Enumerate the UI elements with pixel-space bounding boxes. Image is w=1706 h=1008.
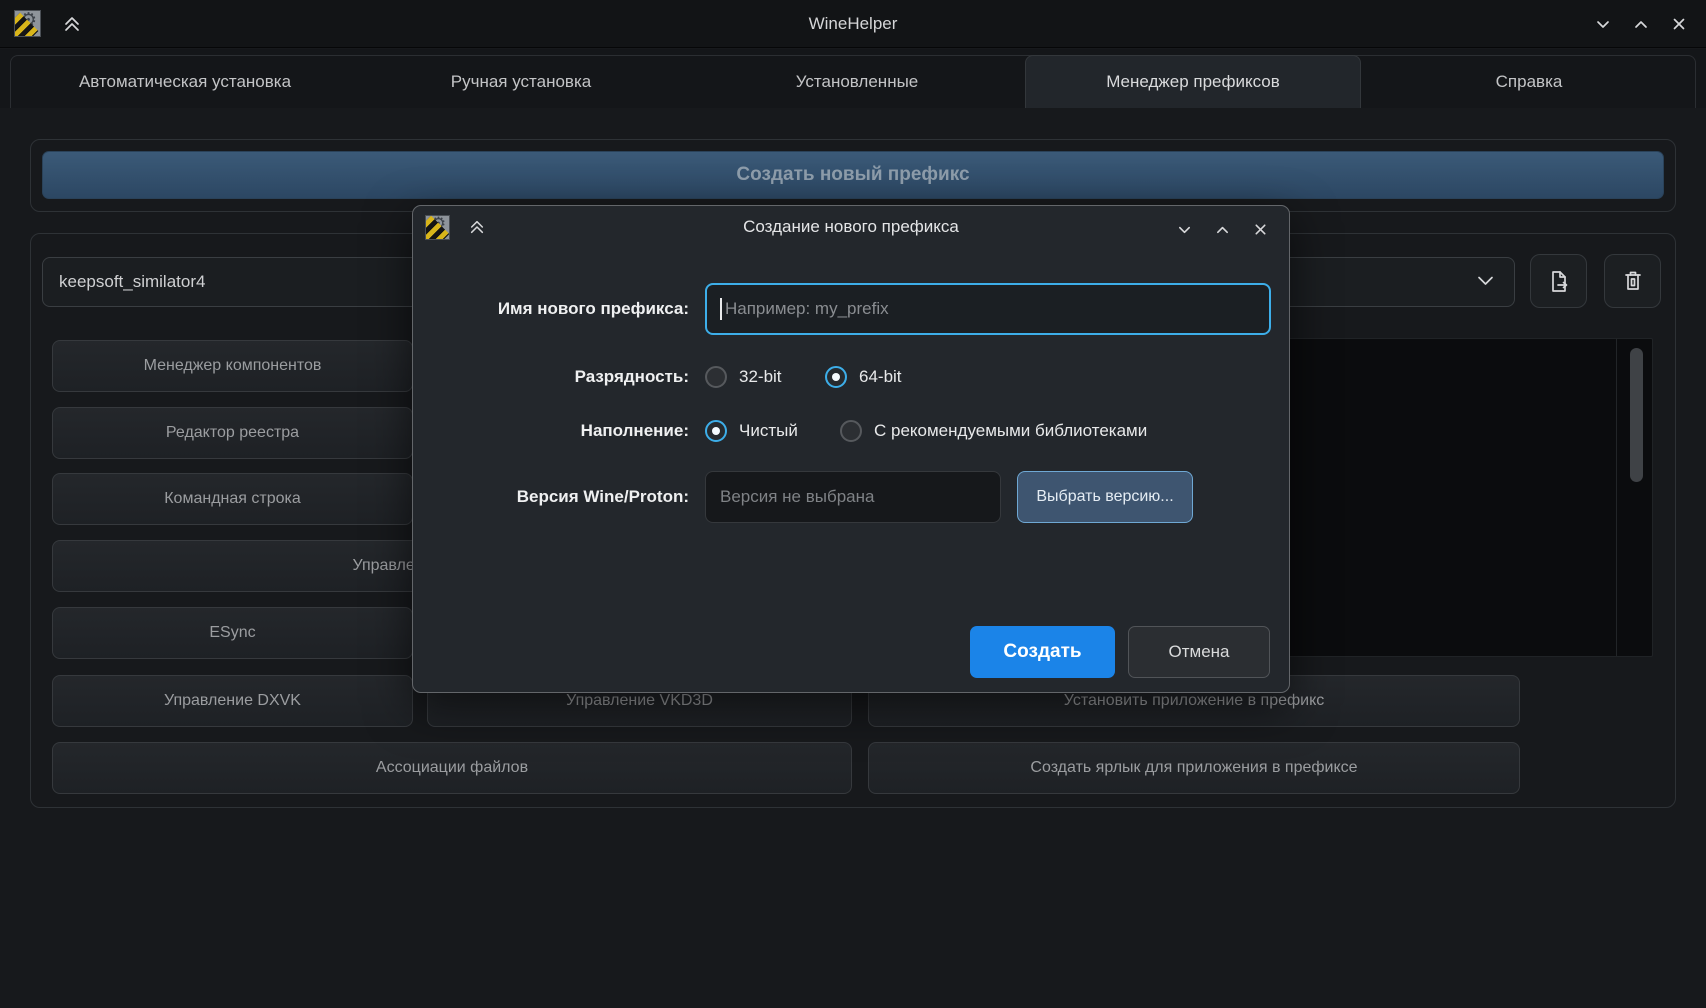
create-shortcut-button[interactable]: Создать ярлык для приложения в префиксе (868, 742, 1520, 794)
components-manager-button[interactable]: Менеджер компонентов (52, 340, 413, 392)
dxvk-management-button[interactable]: Управление DXVK (52, 675, 413, 727)
radio-recommended-libs[interactable] (840, 420, 862, 442)
prefix-selector-value: keepsoft_similator4 (59, 272, 205, 292)
tab-manual-install[interactable]: Ручная установка (353, 55, 689, 108)
radio-clean-label[interactable]: Чистый (739, 420, 798, 442)
radio-64bit[interactable] (825, 366, 847, 388)
esync-button[interactable]: ESync (52, 607, 413, 659)
dialog-title: Создание нового префикса (413, 217, 1289, 237)
trash-icon (1620, 268, 1646, 294)
dialog-create-button[interactable]: Создать (970, 626, 1115, 678)
close-icon (1671, 16, 1687, 32)
wine-version-placeholder: Версия не выбрана (720, 487, 874, 507)
minimize-button[interactable] (1584, 5, 1622, 43)
dialog-titlebar[interactable]: ⚙ Создание нового префикса (413, 206, 1289, 248)
chevron-down-icon (1477, 275, 1494, 287)
scrollbar-thumb[interactable] (1630, 348, 1643, 482)
chevron-up-icon (1215, 222, 1230, 237)
radio-32bit-label[interactable]: 32-bit (739, 366, 782, 388)
tab-auto-install[interactable]: Автоматическая установка (17, 55, 353, 108)
registry-editor-button[interactable]: Редактор реестра (52, 407, 413, 459)
maximize-button[interactable] (1622, 5, 1660, 43)
radio-64bit-label[interactable]: 64-bit (859, 366, 902, 388)
chevron-down-icon (1177, 222, 1192, 237)
radio-clean[interactable] (705, 420, 727, 442)
titlebar[interactable]: ⚙ WineHelper (0, 0, 1706, 48)
dialog-minimize-button[interactable] (1165, 211, 1203, 247)
window-controls (1584, 0, 1698, 48)
export-prefix-button[interactable] (1530, 254, 1587, 308)
chevron-down-icon (1595, 16, 1611, 32)
tab-prefix-manager[interactable]: Менеджер префиксов (1025, 55, 1361, 108)
tab-installed[interactable]: Установленные (689, 55, 1025, 108)
dialog-close-button[interactable] (1241, 211, 1279, 247)
winehelper-window: ⚙ WineHelper Автоматическая установка Ру… (0, 0, 1706, 1008)
create-new-prefix-button[interactable]: Создать новый префикс (42, 151, 1664, 199)
document-export-icon (1545, 268, 1572, 295)
tab-strip: Автоматическая установка Ручная установк… (0, 49, 1706, 108)
chevron-up-icon (1633, 16, 1649, 32)
close-icon (1253, 222, 1268, 237)
choose-version-button[interactable]: Выбрать версию... (1017, 471, 1193, 523)
prefix-name-label: Имя нового префикса: (433, 283, 689, 335)
scrollbar-track-divider (1616, 339, 1617, 656)
prefix-name-input[interactable]: Например: my_prefix (705, 283, 1271, 335)
tab-help[interactable]: Справка (1361, 55, 1697, 108)
filling-label: Наполнение: (433, 410, 689, 452)
prefix-name-placeholder: Например: my_prefix (725, 285, 889, 333)
window-title: WineHelper (0, 14, 1706, 34)
dialog-window-controls (1165, 208, 1279, 250)
file-associations-button[interactable]: Ассоциации файлов (52, 742, 852, 794)
wine-version-label: Версия Wine/Proton: (433, 471, 689, 523)
radio-recommended-libs-label[interactable]: С рекомендуемыми библиотеками (874, 420, 1147, 442)
dialog-cancel-button[interactable]: Отмена (1128, 626, 1270, 678)
close-button[interactable] (1660, 5, 1698, 43)
radio-32bit[interactable] (705, 366, 727, 388)
command-line-button[interactable]: Командная строка (52, 473, 413, 525)
wine-version-value[interactable]: Версия не выбрана (705, 471, 1001, 523)
create-prefix-dialog: ⚙ Создание нового префикса (412, 205, 1290, 693)
dialog-maximize-button[interactable] (1203, 211, 1241, 247)
text-caret (720, 298, 722, 320)
delete-prefix-button[interactable] (1604, 254, 1661, 308)
bitness-label: Разрядность: (433, 356, 689, 398)
